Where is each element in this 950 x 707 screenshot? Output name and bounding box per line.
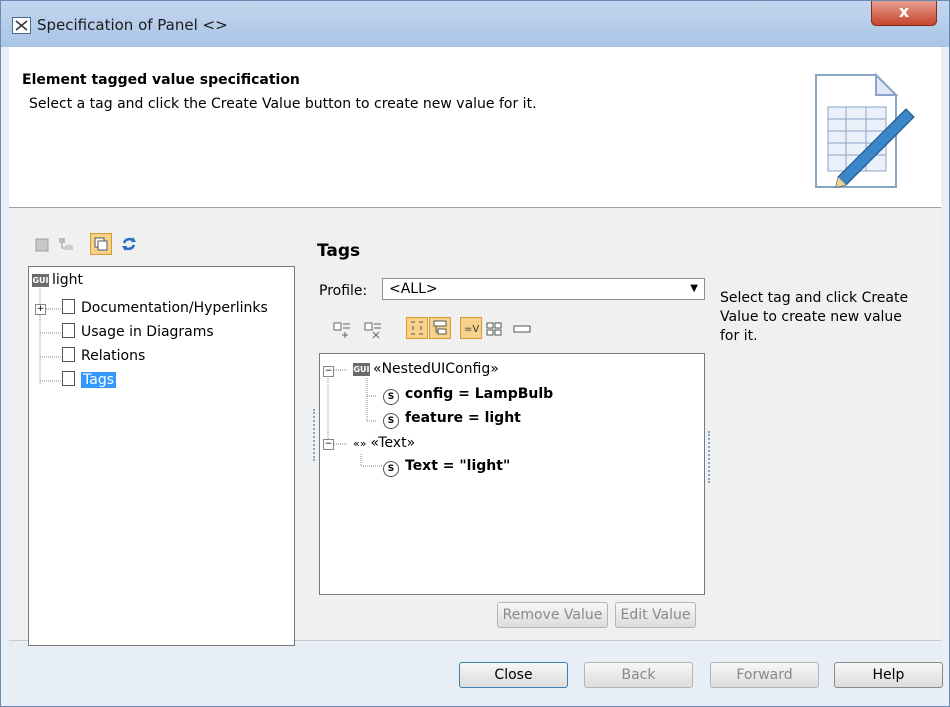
slot-icon: S xyxy=(383,461,399,477)
tag-value-config[interactable]: Sconfig = LampBulb xyxy=(383,383,553,405)
refresh-icon[interactable] xyxy=(118,233,140,255)
collapse-all-icon[interactable] xyxy=(362,318,384,340)
tag-group-label: «NestedUIConfig» xyxy=(373,361,499,377)
remove-value-button[interactable]: Remove Value xyxy=(497,602,608,628)
collapse-nesteduiconfig-icon[interactable]: − xyxy=(323,366,334,377)
tags-title: Tags xyxy=(317,241,361,261)
table-view-icon[interactable] xyxy=(483,318,505,340)
tree-item-usage-in-diagrams[interactable]: Usage in Diagrams xyxy=(62,322,214,342)
document-icon xyxy=(62,299,75,314)
close-button[interactable]: Close xyxy=(459,662,568,688)
tree-root-label: light xyxy=(52,272,84,288)
header-subtitle: Select a tag and click the Create Value … xyxy=(29,96,537,112)
tree-item-tags[interactable]: Tags xyxy=(62,370,116,390)
group-by-profile-toggle-icon[interactable] xyxy=(429,317,451,339)
tag-value-feature[interactable]: Sfeature = light xyxy=(383,407,521,429)
expand-all-icon[interactable] xyxy=(331,318,353,340)
left-splitter[interactable] xyxy=(313,409,317,461)
table-pencil-icon xyxy=(815,72,915,188)
tree-item-documentation[interactable]: Documentation/Hyperlinks xyxy=(62,298,268,318)
profile-label: Profile: xyxy=(319,283,368,299)
svg-text:=V: =V xyxy=(464,324,479,335)
tree-item-relations[interactable]: Relations xyxy=(62,346,145,366)
document-icon xyxy=(62,323,75,338)
slot-icon: S xyxy=(383,389,399,405)
tree-item-label: Documentation/Hyperlinks xyxy=(81,300,268,316)
collapse-text-icon[interactable]: − xyxy=(323,439,334,450)
tag-group-text[interactable]: «» «Text» xyxy=(353,432,415,454)
tree-item-label: Relations xyxy=(81,348,146,364)
profile-select[interactable]: <ALL> ▼ xyxy=(382,278,705,300)
header-title: Element tagged value specification xyxy=(22,72,300,88)
tag-tree: − GUI «NestedUIConfig» Sconfig = LampBulb… xyxy=(319,353,705,595)
tag-value-text[interactable]: S Text = "light" xyxy=(383,455,510,477)
slot-icon: S xyxy=(383,413,399,429)
tree-item-label: Tags xyxy=(81,372,116,388)
chevron-down-icon: ▼ xyxy=(690,283,698,294)
window-title: Specification of Panel <> xyxy=(37,16,228,34)
expand-documentation-icon[interactable]: + xyxy=(35,304,46,315)
header-panel: Element tagged value specification Selec… xyxy=(9,47,941,208)
tree-item-label: Usage in Diagrams xyxy=(81,324,214,340)
tag-value-label: Text = "light" xyxy=(405,458,511,474)
profile-value: <ALL> xyxy=(389,281,438,297)
tag-value-label: feature = light xyxy=(405,410,521,426)
show-values-toggle-icon[interactable]: =V xyxy=(460,317,482,339)
navigation-tree: GUI light + Documentation/Hyperlinks Usag… xyxy=(28,266,295,646)
gui-icon: GUI xyxy=(353,363,370,376)
tree-view-icon[interactable] xyxy=(55,234,77,256)
document-icon xyxy=(62,371,75,386)
sort-tree-toggle-icon[interactable] xyxy=(406,317,428,339)
title-bar: Specification of Panel <> x xyxy=(1,1,949,47)
tag-group-nesteduiconfig[interactable]: GUI «NestedUIConfig» xyxy=(353,358,499,380)
tag-group-label: «Text» xyxy=(370,435,416,451)
back-button[interactable]: Back xyxy=(584,662,693,688)
tree-root-light[interactable]: GUI light xyxy=(32,270,83,290)
app-icon xyxy=(12,17,31,34)
tags-hint: Select tag and click Create Value to cre… xyxy=(720,290,909,344)
show-all-toggle-icon[interactable] xyxy=(90,233,112,255)
edit-value-button[interactable]: Edit Value xyxy=(615,602,696,628)
document-icon xyxy=(62,347,75,362)
close-window-button[interactable]: x xyxy=(871,1,937,26)
grid-view-icon[interactable] xyxy=(31,234,53,256)
dialog-window: Specification of Panel <> x Element tagg… xyxy=(0,0,950,707)
tag-value-label: config = LampBulb xyxy=(405,386,554,402)
stereotype-icon: «» xyxy=(353,437,367,450)
right-splitter[interactable] xyxy=(708,431,712,483)
compact-view-icon[interactable] xyxy=(511,318,533,340)
gui-icon: GUI xyxy=(32,274,49,287)
forward-button[interactable]: Forward xyxy=(710,662,819,688)
help-button[interactable]: Help xyxy=(834,662,943,688)
